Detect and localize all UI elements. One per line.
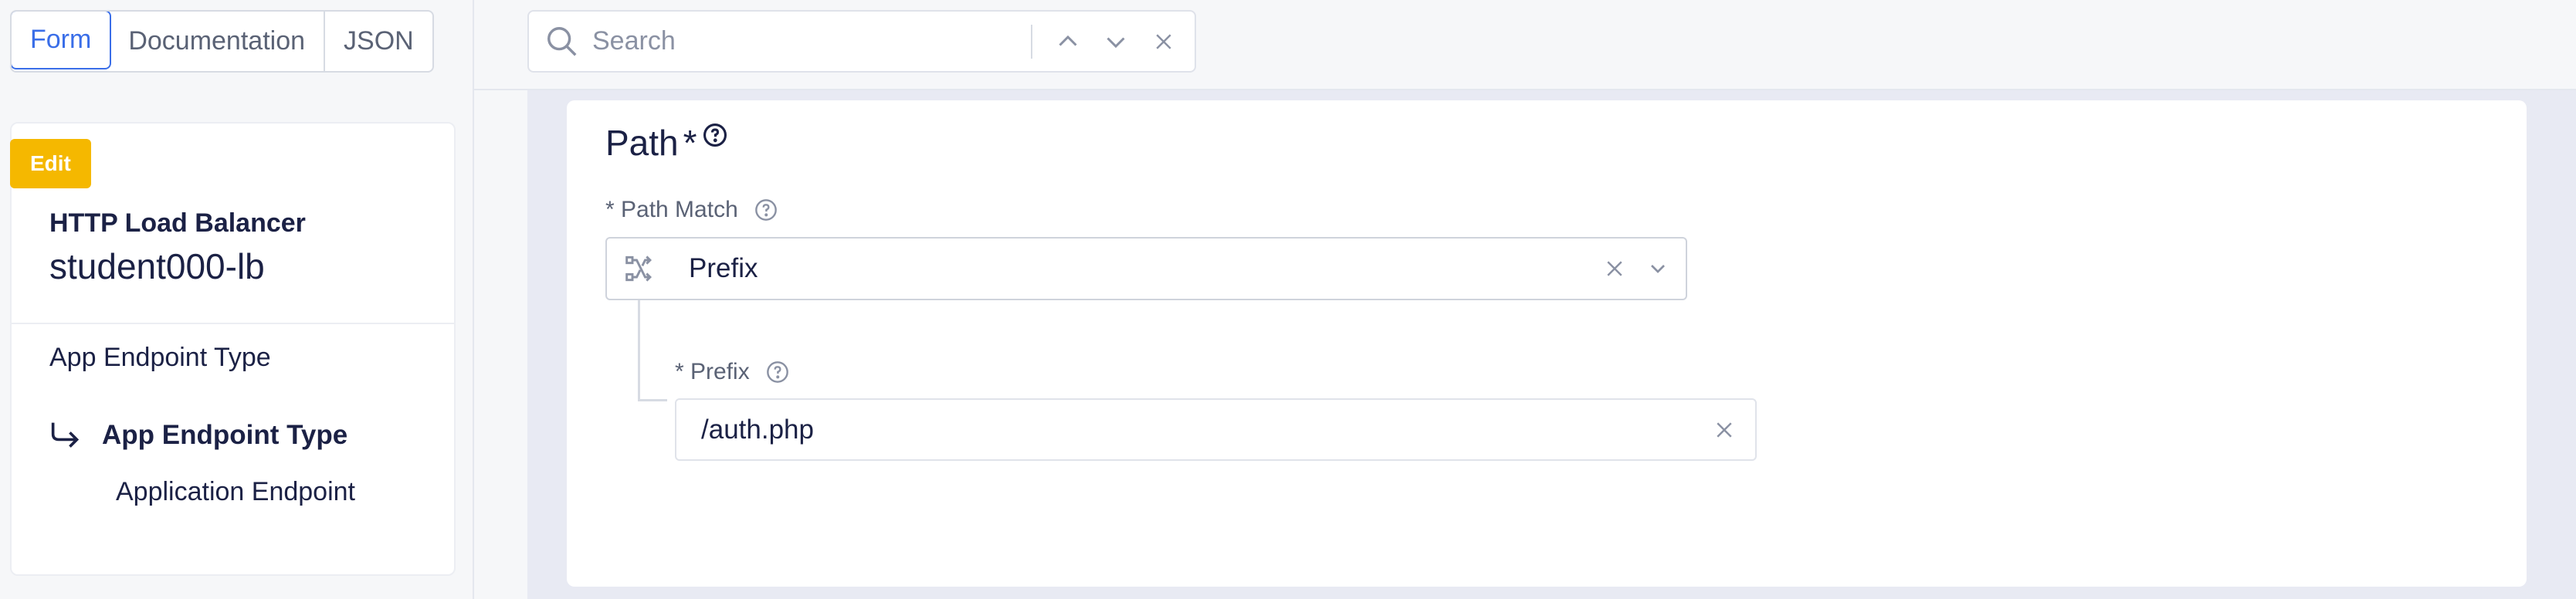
search-input[interactable]: Search <box>592 26 1031 56</box>
search-prev-button[interactable] <box>1051 25 1085 59</box>
question-circle-icon[interactable] <box>702 122 728 148</box>
search-icon <box>547 26 577 56</box>
form-panel <box>567 100 2527 587</box>
sidebar-separator <box>12 323 454 324</box>
sidebar-item-current-label: App Endpoint Type <box>102 420 348 450</box>
close-icon <box>1607 261 1622 276</box>
sidebar-item-app-endpoint-type[interactable]: App Endpoint Type <box>49 343 271 373</box>
tree-connector <box>638 300 640 401</box>
sidebar-item-application-endpoint[interactable]: Application Endpoint <box>116 477 355 507</box>
chevron-down-icon <box>1107 36 1125 48</box>
prefix-label-text: * Prefix <box>675 359 750 384</box>
view-tabs: Form Documentation JSON <box>10 10 434 73</box>
path-match-select[interactable]: Prefix <box>605 237 1687 300</box>
search-bar[interactable]: Search <box>527 10 1196 73</box>
chevron-up-icon <box>1059 35 1077 46</box>
path-match-dropdown-button[interactable] <box>1642 253 1673 284</box>
section-title: Path * <box>605 122 728 164</box>
tree-connector-branch <box>638 399 667 401</box>
scrollbar[interactable] <box>2548 90 2576 599</box>
chevron-down-icon <box>1651 265 1665 273</box>
section-title-text: Path <box>605 123 679 163</box>
prefix-value[interactable]: /auth.php <box>701 415 1709 445</box>
search-next-button[interactable] <box>1099 25 1133 59</box>
object-name: student000-lb <box>49 246 265 286</box>
close-icon <box>1156 33 1171 49</box>
tab-documentation[interactable]: Documentation <box>110 12 326 71</box>
path-match-label-text: * Path Match <box>605 197 738 222</box>
search-separator <box>1031 24 1032 59</box>
question-circle-icon[interactable] <box>765 360 790 384</box>
question-circle-icon[interactable] <box>754 198 778 222</box>
prefix-input[interactable]: /auth.php <box>675 398 1757 461</box>
path-match-value: Prefix <box>689 253 758 283</box>
prefix-label: * Prefix <box>675 359 790 385</box>
corner-down-right-icon <box>51 422 80 448</box>
required-marker: * <box>683 123 697 163</box>
prefix-clear-button[interactable] <box>1709 415 1740 445</box>
path-match-label: * Path Match <box>605 197 778 223</box>
close-icon <box>1717 421 1732 438</box>
tab-json[interactable]: JSON <box>325 12 432 71</box>
edit-badge: Edit <box>10 139 91 188</box>
tab-form[interactable]: Form <box>11 12 112 69</box>
object-type-label: HTTP Load Balancer <box>49 208 306 238</box>
sidebar-item-current[interactable]: App Endpoint Type <box>48 420 347 451</box>
path-match-clear-button[interactable] <box>1599 253 1630 284</box>
search-clear-button[interactable] <box>1147 25 1181 59</box>
route-icon <box>625 256 652 282</box>
